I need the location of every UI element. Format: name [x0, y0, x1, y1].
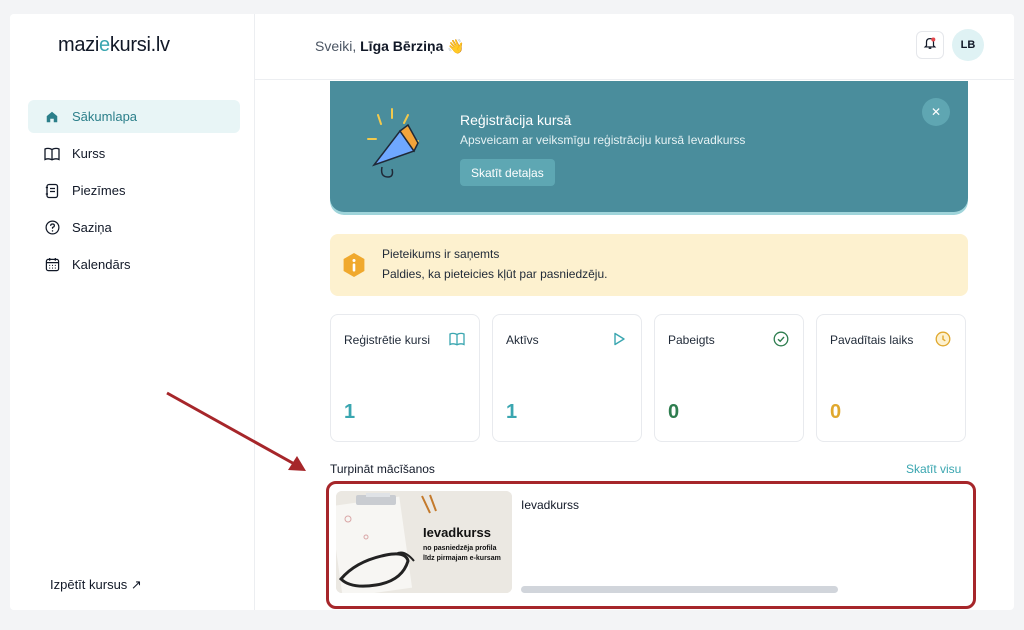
sidebar-item-label: Sākumlapa	[72, 109, 138, 124]
stat-label: Reģistrētie kursi	[344, 333, 431, 347]
stat-card-registered: Reģistrētie kursi 1	[330, 314, 480, 442]
stat-label: Pavadītais laiks	[830, 333, 914, 347]
stat-card-active: Aktīvs 1	[492, 314, 642, 442]
notifications-button[interactable]	[916, 31, 944, 59]
stat-card-time-spent: Pavadītais laiks 0	[816, 314, 966, 442]
notice-text: Paldies, ka pieteicies kļūt par pasniedz…	[382, 267, 608, 281]
sidebar-item-kalendars[interactable]: Kalendārs	[28, 248, 240, 281]
course-thumbnail-illustration	[336, 491, 512, 593]
logo-text-prefix: mazi	[58, 34, 100, 56]
banner-title: Reģistrācija kursā	[460, 112, 572, 128]
calendar-icon	[44, 257, 60, 273]
course-name: Ievadkurss	[521, 498, 580, 512]
sidebar-item-piezimes[interactable]: Piezīmes	[28, 174, 240, 207]
thumbnail-title: Ievadkurss	[423, 525, 491, 540]
main-content: Reģistrācija kursā Apsveicam ar veiksmīg…	[255, 81, 1014, 610]
help-circle-icon	[44, 220, 60, 236]
stat-value: 0	[830, 401, 842, 423]
notes-icon	[44, 183, 60, 199]
clock-icon	[935, 331, 951, 347]
sidebar-item-kurss[interactable]: Kurss	[28, 137, 240, 170]
stats-cards: Reģistrētie kursi 1 Aktīvs 1 Pabeigts 0 …	[330, 314, 968, 442]
logo[interactable]: maziekursi.lv	[58, 34, 170, 57]
app-window: maziekursi.lv Sākumlapa Kurss Piezīmes S…	[10, 14, 1014, 610]
top-header: Sveiki, Līga Bērziņa 👋 LB	[255, 14, 1014, 80]
info-icon	[343, 253, 365, 277]
sidebar-nav: Sākumlapa Kurss Piezīmes Saziņa Kalendār…	[28, 100, 240, 285]
logo-text-accent: e	[99, 34, 110, 56]
sidebar-item-sakumlapa[interactable]: Sākumlapa	[28, 100, 240, 133]
stat-label: Pabeigts	[668, 333, 715, 347]
greeting-text: Sveiki,	[315, 38, 357, 54]
explore-courses-label: Izpētīt kursus ↗	[50, 577, 142, 592]
logo-text-suffix: kursi.lv	[109, 34, 170, 56]
megaphone-icon	[367, 108, 419, 178]
home-icon	[44, 109, 60, 125]
banner-text: Apsveicam ar veiksmīgu reģistrāciju kurs…	[460, 133, 746, 147]
sidebar-item-sazina[interactable]: Saziņa	[28, 211, 240, 244]
application-notice: Pieteikums ir saņemts Paldies, ka pietei…	[330, 234, 968, 296]
sidebar-item-label: Piezīmes	[72, 183, 126, 198]
close-icon: ✕	[930, 105, 942, 119]
close-banner-button[interactable]: ✕	[922, 98, 950, 126]
course-card[interactable]: Ievadkurss no pasniedzēja profila līdz p…	[326, 481, 976, 609]
see-all-link[interactable]: Skatīt visu	[906, 462, 961, 476]
play-icon	[614, 332, 625, 346]
continue-learning-title: Turpināt mācīšanos	[330, 462, 435, 476]
course-thumbnail: Ievadkurss no pasniedzēja profila līdz p…	[336, 491, 512, 593]
thumbnail-subtitle: no pasniedzēja profila līdz pirmajam e-k…	[423, 545, 501, 562]
greeting: Sveiki, Līga Bērziņa 👋	[315, 38, 465, 55]
avatar[interactable]: LB	[952, 29, 984, 61]
stat-card-completed: Pabeigts 0	[654, 314, 804, 442]
sidebar: maziekursi.lv Sākumlapa Kurss Piezīmes S…	[10, 14, 255, 610]
sidebar-item-label: Kurss	[72, 146, 106, 161]
sidebar-item-label: Kalendārs	[72, 257, 131, 272]
book-icon	[44, 146, 60, 162]
stat-value: 0	[668, 401, 680, 423]
check-circle-icon	[773, 331, 789, 347]
stat-value: 1	[344, 401, 356, 423]
bell-icon	[923, 36, 937, 55]
book-icon	[449, 332, 465, 346]
stat-label: Aktīvs	[506, 333, 539, 347]
view-details-button[interactable]: Skatīt detaļas	[460, 159, 555, 186]
course-progress-bar	[521, 586, 838, 593]
stat-value: 1	[506, 401, 518, 423]
user-name: Līga Bērziņa 👋	[360, 38, 465, 54]
registration-banner: Reģistrācija kursā Apsveicam ar veiksmīg…	[330, 81, 968, 212]
explore-courses-link[interactable]: Izpētīt kursus ↗	[50, 577, 142, 593]
sidebar-item-label: Saziņa	[72, 220, 112, 235]
notice-title: Pieteikums ir saņemts	[382, 247, 500, 261]
